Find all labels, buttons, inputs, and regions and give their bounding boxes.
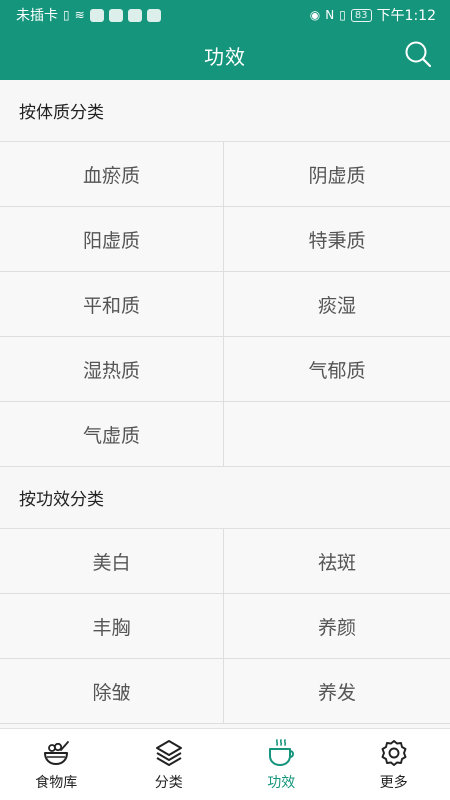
section-header-constitution: 按体质分类: [0, 80, 450, 142]
notification-app-icon: [108, 8, 123, 22]
page-title: 功效: [204, 44, 246, 69]
nav-label: 食物库: [35, 774, 78, 791]
constitution-grid: 血瘀质 阴虚质 阳虚质 特秉质 平和质 痰湿 湿热质 气郁质 气虚质: [0, 142, 450, 467]
category-cell[interactable]: 气虚质: [0, 402, 224, 467]
bottom-nav: 食物库 分类 功效 更多: [0, 728, 450, 800]
status-left: 未插卡 ▯ ≋: [16, 5, 161, 25]
efficacy-grid: 美白 祛斑 丰胸 养颜 除皱 养发: [0, 529, 450, 724]
carrier-text: 未插卡: [16, 8, 58, 24]
nav-item-more[interactable]: 更多: [338, 729, 450, 800]
gear-icon: [381, 739, 407, 766]
category-cell[interactable]: 美白: [0, 529, 224, 594]
app-bar: 功效: [0, 30, 450, 80]
nfc-icon: N: [325, 8, 335, 22]
category-cell[interactable]: 祛斑: [224, 529, 450, 594]
cup-icon: [269, 738, 295, 766]
nav-label: 分类: [154, 774, 183, 791]
category-cell[interactable]: 平和质: [0, 272, 224, 337]
search-icon: [405, 41, 432, 68]
category-cell[interactable]: 阳虚质: [0, 207, 224, 272]
layers-icon: [155, 739, 182, 766]
category-cell[interactable]: 特秉质: [224, 207, 450, 272]
content-list[interactable]: 按体质分类 血瘀质 阴虚质 阳虚质 特秉质 平和质 痰湿 湿热质 气郁质 气虚质…: [0, 80, 450, 728]
nav-item-food-library[interactable]: 食物库: [0, 729, 113, 800]
eye-icon: ◉: [309, 8, 321, 22]
category-cell[interactable]: 养发: [224, 659, 450, 724]
section-header-efficacy: 按功效分类: [0, 467, 450, 529]
category-cell[interactable]: 气郁质: [224, 337, 450, 402]
status-bar: 未插卡 ▯ ≋ ◉ N ▯ 83 下午1:12: [0, 0, 450, 30]
category-cell[interactable]: 痰湿: [224, 272, 450, 337]
category-cell[interactable]: 养颜: [224, 594, 450, 659]
notification-app-icon: [89, 8, 104, 22]
nav-item-categories[interactable]: 分类: [113, 729, 226, 800]
category-cell[interactable]: 阴虚质: [224, 142, 450, 207]
battery-icon: 83: [350, 8, 372, 22]
nav-item-efficacy[interactable]: 功效: [225, 729, 338, 800]
status-right: ◉ N ▯ 83 下午1:12: [310, 5, 436, 25]
sim-icon: ▯: [63, 8, 70, 22]
vibrate-icon: ▯: [339, 8, 346, 22]
category-cell[interactable]: 湿热质: [0, 337, 224, 402]
nav-label: 更多: [379, 774, 408, 791]
category-cell[interactable]: 除皱: [0, 659, 224, 724]
food-bowl-icon: [44, 740, 70, 765]
category-cell[interactable]: 血瘀质: [0, 142, 224, 207]
wifi-icon: ≋: [74, 8, 85, 22]
notification-app-icon: [127, 8, 142, 22]
notification-app-icon: [146, 8, 161, 22]
clock-text: 下午1:12: [376, 8, 436, 24]
category-cell[interactable]: 丰胸: [0, 594, 224, 659]
search-button[interactable]: [402, 38, 434, 70]
empty-cell: [224, 402, 450, 467]
nav-label: 功效: [267, 774, 296, 791]
